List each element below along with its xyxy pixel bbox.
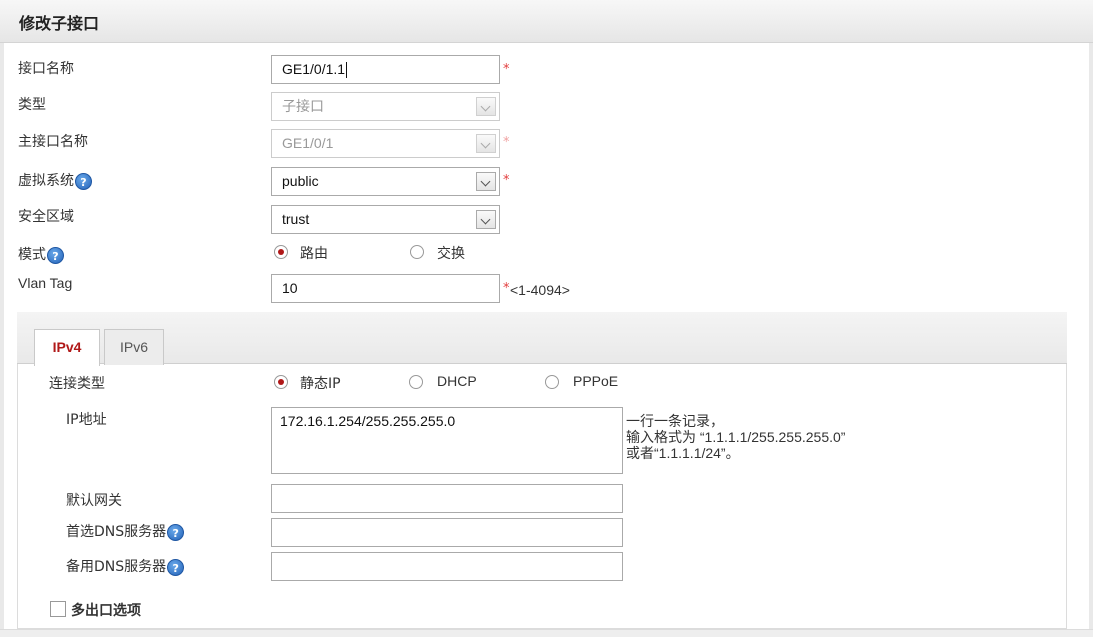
page-title: 修改子接口 [19, 14, 100, 33]
interface-name-label: 接口名称 [18, 61, 74, 77]
chevron-down-icon [476, 97, 496, 116]
frame-bottom-border [0, 629, 1093, 637]
default-gateway-label: 默认网关 [66, 493, 122, 509]
help-icon[interactable]: ? [75, 172, 92, 190]
static-ip-label: 静态IP [300, 376, 341, 392]
mode-route-radio[interactable] [274, 245, 288, 259]
pppoe-label: PPPoE [573, 373, 619, 389]
vlan-tag-label: Vlan Tag [18, 275, 73, 291]
dhcp-label: DHCP [437, 373, 477, 389]
chevron-down-icon[interactable] [476, 172, 496, 191]
security-zone-label: 安全区域 [18, 209, 74, 225]
parent-interface-label: 主接口名称 [18, 134, 88, 150]
dhcp-radio[interactable] [409, 375, 423, 389]
chevron-down-icon [476, 134, 496, 153]
frame-left-border [0, 43, 4, 637]
frame-right-border [1089, 43, 1093, 637]
multi-exit-label: 多出口选项 [71, 603, 141, 619]
multi-exit-checkbox[interactable] [50, 601, 66, 617]
virtual-system-select[interactable]: public [271, 167, 500, 196]
default-gateway-input[interactable] [271, 484, 623, 513]
help-icon[interactable]: ? [167, 523, 185, 541]
dialog-titlebar: 修改子接口 [0, 0, 1093, 43]
mode-switch-label: 交换 [437, 246, 465, 262]
ip-address-textarea[interactable]: 172.16.1.254/255.255.255.0 [271, 407, 623, 474]
help-icon[interactable]: ? [47, 246, 64, 264]
primary-dns-label: 首选DNS服务器? [66, 521, 185, 541]
tab-ipv4[interactable]: IPv4 [34, 329, 100, 366]
help-icon[interactable]: ? [167, 558, 185, 576]
secondary-dns-input[interactable] [271, 552, 623, 581]
mode-route-label: 路由 [300, 246, 328, 262]
text-cursor [346, 62, 348, 79]
pppoe-radio[interactable] [545, 375, 559, 389]
interface-name-input[interactable]: GE1/0/1.1 [271, 55, 500, 84]
chevron-down-icon[interactable] [476, 210, 496, 229]
type-select: 子接口 [271, 92, 500, 121]
mode-label: 模式? [18, 244, 64, 264]
parent-interface-select: GE1/0/1 [271, 129, 500, 158]
required-marker: * [503, 135, 510, 150]
security-zone-select[interactable]: trust [271, 205, 500, 234]
required-marker: * [503, 173, 510, 188]
required-marker: * [503, 281, 510, 296]
ip-address-hint: 一行一条记录， 输入格式为 “1.1.1.1/255.255.255.0” 或者… [626, 413, 846, 461]
type-label: 类型 [18, 97, 46, 113]
connection-type-label: 连接类型 [49, 376, 105, 392]
required-marker: * [503, 62, 510, 77]
vlan-tag-range-hint: <1-4094> [510, 282, 570, 298]
tab-ipv6[interactable]: IPv6 [104, 329, 164, 365]
ip-address-label: IP地址 [66, 412, 107, 428]
secondary-dns-label: 备用DNS服务器? [66, 556, 185, 576]
virtual-system-label: 虚拟系统? [18, 170, 92, 190]
ip-tab-bar [17, 312, 1067, 364]
mode-switch-radio[interactable] [410, 245, 424, 259]
vlan-tag-input[interactable]: 10 [271, 274, 500, 303]
primary-dns-input[interactable] [271, 518, 623, 547]
static-ip-radio[interactable] [274, 375, 288, 389]
